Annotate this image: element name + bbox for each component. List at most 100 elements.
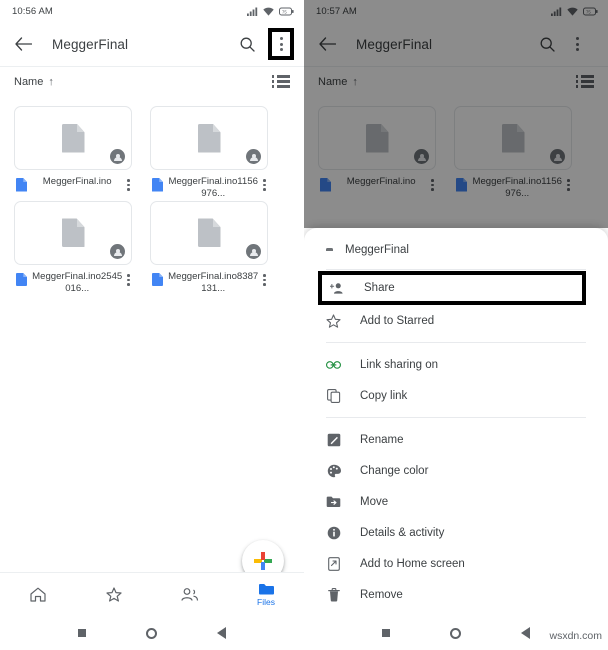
menu-label-copy-link: Copy link <box>360 389 408 402</box>
menu-label-change-color: Change color <box>360 464 429 477</box>
divider <box>326 342 586 343</box>
document-icon <box>197 218 221 248</box>
triangle-back-icon[interactable] <box>217 627 226 639</box>
home-icon <box>30 587 46 602</box>
back-arrow-icon <box>318 37 336 51</box>
overflow-menu-icon <box>575 37 579 51</box>
file-type-icon <box>16 272 27 287</box>
page-title: MeggerFinal <box>356 36 433 52</box>
file-card[interactable]: MeggerFinal.ino8387131... <box>150 200 268 296</box>
menu-label-details-activity: Details & activity <box>360 526 445 539</box>
file-grid: MeggerFinal.ino MeggerFinal.ino1156976..… <box>0 96 304 296</box>
add-new-icon <box>254 552 272 570</box>
menu-item-change-color[interactable]: Change color <box>304 455 608 486</box>
menu-label-add-to-home-screen: Add to Home screen <box>360 557 465 570</box>
info-icon <box>326 526 341 540</box>
person-add-icon <box>330 282 345 295</box>
nav-item-starred[interactable] <box>76 586 152 603</box>
sort-label[interactable]: Name <box>318 76 347 88</box>
search-button[interactable] <box>532 29 562 59</box>
sort-direction-icon[interactable]: ↑ <box>48 76 54 88</box>
file-thumbnail[interactable] <box>14 200 132 265</box>
menu-item-add-to-starred[interactable]: Add to Starred <box>304 305 608 336</box>
status-bar: 10:57 AM 75 <box>304 0 608 22</box>
file-overflow-icon[interactable] <box>127 273 132 286</box>
menu-item-add-to-home-screen[interactable]: Add to Home screen <box>304 548 608 579</box>
star-icon <box>106 586 122 602</box>
document-icon <box>61 218 85 248</box>
shared-avatar-icon <box>246 243 261 259</box>
file-thumbnail[interactable] <box>318 106 436 170</box>
file-type-icon <box>152 178 163 192</box>
file-thumbnail[interactable] <box>150 106 268 170</box>
search-icon <box>240 37 255 52</box>
search-icon <box>540 37 555 52</box>
list-view-icon[interactable] <box>575 75 594 88</box>
nav-item-shared[interactable] <box>152 587 228 603</box>
file-overflow-icon[interactable] <box>263 179 268 191</box>
left-phone-screen: 10:56 AM 75 MeggerFinal Name ↑ MeggerFin… <box>0 0 304 650</box>
file-card[interactable]: MeggerFinal.ino2545016... <box>14 200 132 296</box>
back-button[interactable] <box>312 29 342 59</box>
nav-item-home[interactable] <box>0 587 76 603</box>
sort-label[interactable]: Name <box>14 76 43 88</box>
sort-row: Name ↑ <box>0 66 304 96</box>
overflow-menu-button[interactable] <box>268 28 294 60</box>
document-icon <box>197 123 221 153</box>
file-thumbnail[interactable] <box>454 106 572 170</box>
sheet-title: MeggerFinal <box>345 244 409 256</box>
file-caption-row: MeggerFinal.ino <box>14 170 132 192</box>
back-button[interactable] <box>8 29 38 59</box>
shared-icon <box>181 587 199 601</box>
battery-icon: 75 <box>279 7 294 15</box>
menu-item-details-activity[interactable]: Details & activity <box>304 517 608 548</box>
file-name: MeggerFinal.ino1156976... <box>472 176 562 200</box>
file-caption-row: MeggerFinal.ino1156976... <box>150 170 268 201</box>
overflow-menu-button[interactable] <box>562 29 592 59</box>
file-card[interactable]: MeggerFinal.ino <box>14 106 132 201</box>
sheet-header: MeggerFinal <box>304 232 608 268</box>
move-folder-icon <box>326 495 341 508</box>
document-icon <box>365 123 389 153</box>
file-card[interactable]: MeggerFinal.ino <box>318 106 436 201</box>
menu-item-move[interactable]: Move <box>304 486 608 517</box>
document-icon <box>501 123 525 153</box>
square-icon[interactable] <box>78 629 86 637</box>
wifi-icon <box>263 7 274 16</box>
menu-item-link-sharing[interactable]: Link sharing on <box>304 349 608 380</box>
svg-text:75: 75 <box>282 9 287 14</box>
signal-icon <box>551 7 562 16</box>
nav-item-files[interactable]: Files <box>228 582 304 607</box>
file-overflow-icon[interactable] <box>431 179 436 191</box>
status-time: 10:57 AM <box>316 5 357 17</box>
sort-row: Name ↑ <box>304 66 608 96</box>
file-thumbnail[interactable] <box>14 106 132 170</box>
sort-direction-icon[interactable]: ↑ <box>352 76 358 88</box>
menu-item-remove[interactable]: Remove <box>304 579 608 610</box>
file-overflow-icon[interactable] <box>127 179 132 191</box>
list-view-icon[interactable] <box>271 75 290 88</box>
file-overflow-icon[interactable] <box>567 179 572 191</box>
file-name: MeggerFinal.ino2545016... <box>32 270 123 295</box>
circle-icon[interactable] <box>146 627 157 639</box>
overflow-menu-icon <box>279 37 283 51</box>
circle-icon[interactable] <box>450 627 461 639</box>
triangle-back-icon[interactable] <box>521 627 530 639</box>
shared-avatar-icon <box>414 149 429 164</box>
menu-item-copy-link[interactable]: Copy link <box>304 380 608 411</box>
file-type-icon <box>456 178 467 192</box>
app-bar: MeggerFinal <box>304 22 608 66</box>
search-button[interactable] <box>232 29 262 59</box>
file-card[interactable]: MeggerFinal.ino1156976... <box>150 106 268 201</box>
shared-avatar-icon <box>110 149 125 164</box>
palette-icon <box>326 464 341 478</box>
file-thumbnail[interactable] <box>150 200 268 265</box>
file-overflow-icon[interactable] <box>263 273 268 286</box>
menu-item-rename[interactable]: Rename <box>304 424 608 455</box>
menu-item-share[interactable]: Share <box>318 271 586 305</box>
file-caption-row: MeggerFinal.ino1156976... <box>454 170 572 201</box>
square-icon[interactable] <box>382 629 390 637</box>
file-card[interactable]: MeggerFinal.ino1156976... <box>454 106 572 201</box>
file-caption-row: MeggerFinal.ino <box>318 170 436 192</box>
divider <box>326 269 586 270</box>
